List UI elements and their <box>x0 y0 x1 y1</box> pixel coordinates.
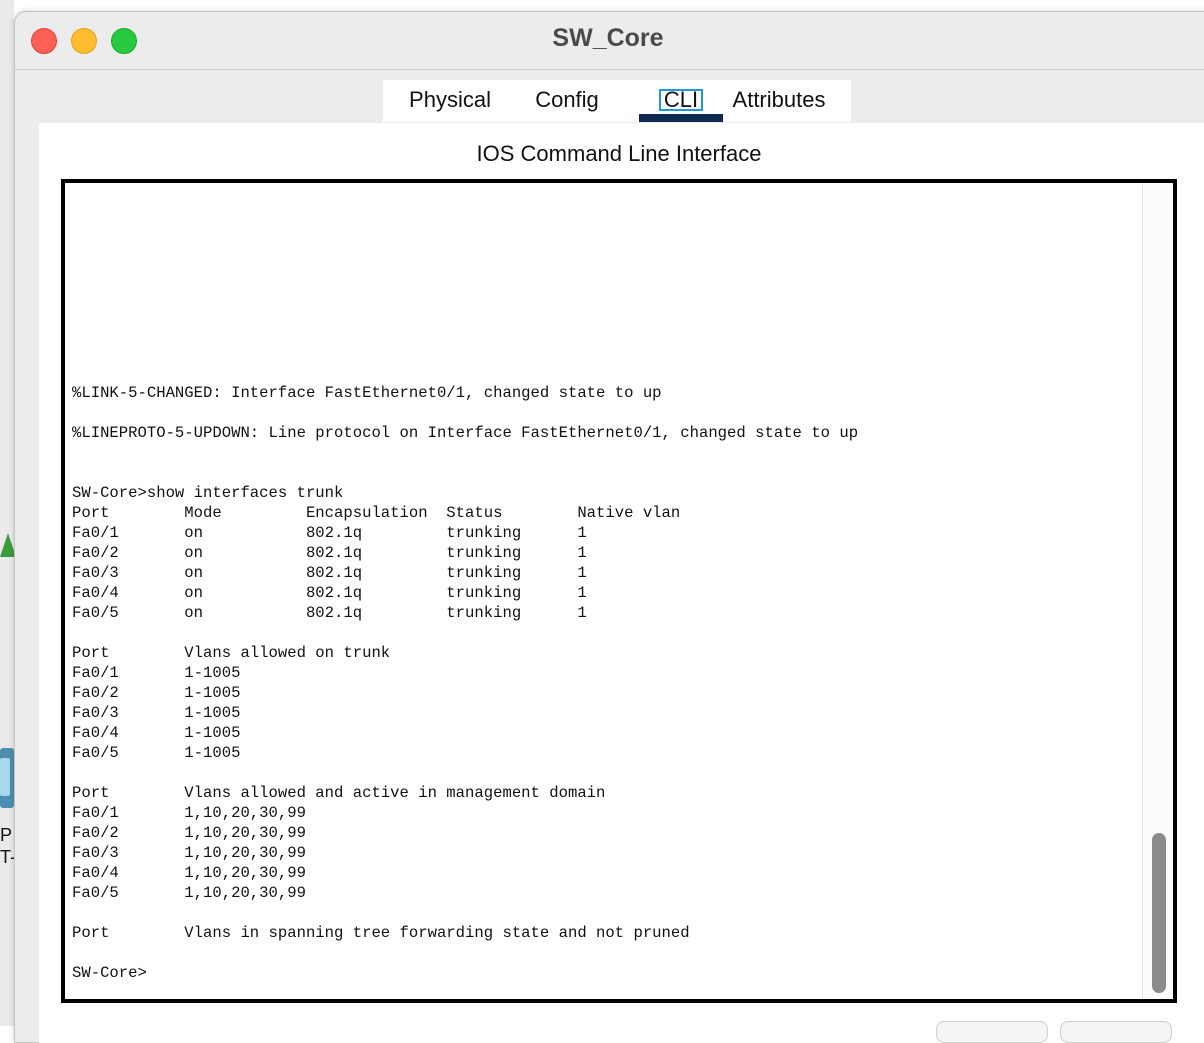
cli-heading: IOS Command Line Interface <box>476 141 762 166</box>
background-device-screen <box>0 758 10 796</box>
background-label-1: P <box>0 825 13 845</box>
bottom-button-left[interactable] <box>936 1021 1048 1043</box>
tab-attributes[interactable]: Attributes <box>729 80 829 122</box>
tab-bar: Physical Config CLI Attributes <box>383 80 851 122</box>
window-title: SW_Core <box>552 24 664 52</box>
tab-cli-label: CLI <box>658 89 704 111</box>
bottom-button-right[interactable] <box>1060 1021 1172 1043</box>
device-window: SW_Core Physical Config CLI Attributes I… <box>14 11 1204 1043</box>
cli-terminal[interactable]: %LINK-5-CHANGED: Interface FastEthernet0… <box>61 179 1177 1003</box>
tab-cli[interactable]: CLI <box>639 80 723 122</box>
tab-config[interactable]: Config <box>533 80 601 122</box>
cli-output[interactable]: %LINK-5-CHANGED: Interface FastEthernet0… <box>72 183 1142 999</box>
tab-selected-indicator <box>639 114 723 122</box>
cli-scrollbar-thumb[interactable] <box>1152 833 1166 993</box>
background-app-edge <box>0 0 14 1026</box>
cli-panel: IOS Command Line Interface %LINK-5-CHANG… <box>39 123 1204 1043</box>
title-bar: SW_Core <box>15 12 1204 70</box>
cli-scrollbar[interactable] <box>1142 183 1173 999</box>
tab-physical[interactable]: Physical <box>405 80 495 122</box>
